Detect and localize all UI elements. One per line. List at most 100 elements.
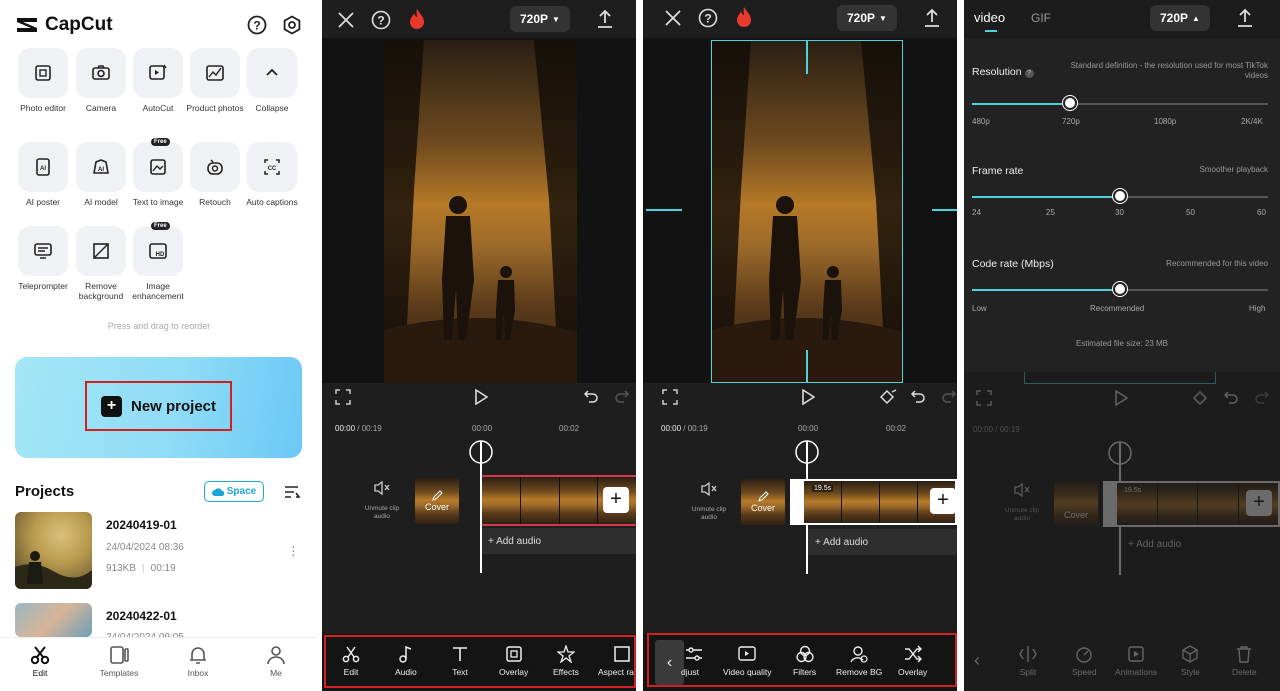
resolution-label: 720P	[1160, 11, 1189, 25]
play-icon[interactable]	[801, 388, 816, 410]
project-thumbnail[interactable]	[15, 603, 92, 637]
tool-retouch[interactable]	[190, 142, 240, 192]
help-icon[interactable]: ?	[371, 10, 391, 35]
nav-templates-label: Templates	[99, 668, 139, 678]
resolution-button[interactable]: 720P ▼	[837, 5, 897, 31]
tool-teleprompter[interactable]	[18, 226, 68, 276]
nav-me[interactable]: Me	[241, 645, 311, 678]
tool-video-quality[interactable]: Video quality	[723, 645, 772, 677]
selection-frame[interactable]	[711, 40, 903, 383]
tool-text-to-image[interactable]	[133, 142, 183, 192]
nav-edit[interactable]: Edit	[5, 645, 75, 678]
tool-label: Remove BG	[836, 667, 883, 677]
undo-icon[interactable]	[910, 389, 926, 410]
cover-button[interactable]: Cover	[415, 478, 459, 524]
frame-rate-option[interactable]: 50	[1186, 208, 1195, 217]
tool-camera[interactable]	[76, 48, 126, 98]
frame-rate-title: Frame rate	[972, 165, 1024, 177]
export-settings-screen: video GIF 720P ▲ Resolution ? Standard d…	[964, 0, 1280, 691]
templates-icon	[110, 646, 129, 664]
close-icon[interactable]	[664, 9, 682, 32]
tool-aspect-ratio[interactable]: Aspect ra	[598, 645, 636, 677]
tool-overlay[interactable]: Overlay	[898, 645, 927, 677]
frame-rate-slider-knob[interactable]	[1113, 189, 1127, 203]
tab-video[interactable]: video	[974, 10, 1005, 25]
pro-flame-icon[interactable]	[735, 6, 753, 33]
resolution-button[interactable]: 720P ▼	[510, 6, 570, 32]
add-clip-button[interactable]: +	[930, 488, 956, 514]
code-rate-slider-knob[interactable]	[1113, 282, 1127, 296]
resolution-option[interactable]: 2K/4K	[1241, 117, 1263, 126]
tool-remove-bg[interactable]: Remove BG	[836, 645, 882, 677]
fullscreen-icon[interactable]	[335, 389, 351, 410]
tab-gif[interactable]: GIF	[1031, 11, 1051, 25]
playhead-handle[interactable]	[795, 439, 819, 467]
code-rate-option: Low	[972, 304, 987, 313]
ruler-tick-label: 00:00	[472, 424, 493, 433]
help-icon[interactable]: ?	[698, 8, 718, 33]
play-icon	[1114, 389, 1129, 411]
resolution-option[interactable]: 1080p	[1154, 117, 1176, 126]
nav-inbox[interactable]: Inbox	[163, 645, 233, 678]
nav-templates[interactable]: Templates	[84, 645, 154, 678]
settings-gear-icon[interactable]	[282, 15, 302, 40]
tool-audio[interactable]: Audio	[395, 645, 417, 677]
tool-autocut[interactable]	[133, 48, 183, 98]
pro-flame-icon[interactable]	[408, 8, 426, 35]
redo-icon[interactable]	[614, 389, 630, 410]
space-button[interactable]: Space	[204, 481, 264, 502]
unmute-clip-audio-button[interactable]: Unmute clip audio	[362, 480, 402, 521]
tool-ai-model[interactable]: AI	[76, 142, 126, 192]
back-chevron-icon[interactable]: ‹	[655, 640, 684, 685]
new-project-button[interactable]: + New project	[85, 381, 232, 431]
tool-ai-poster[interactable]: AI	[18, 142, 68, 192]
help-icon[interactable]: ?	[247, 15, 267, 40]
export-icon[interactable]	[923, 8, 941, 33]
resolution-option[interactable]: 480p	[972, 117, 990, 126]
resolution-button[interactable]: 720P ▲	[1150, 5, 1210, 31]
tool-effects[interactable]: Effects	[553, 645, 579, 677]
keyframe-icon	[1192, 390, 1210, 411]
cover-button[interactable]: Cover	[741, 479, 785, 525]
frame-rate-option[interactable]: 24	[972, 208, 981, 217]
play-icon[interactable]	[474, 388, 489, 410]
export-icon[interactable]	[596, 9, 614, 34]
export-icon[interactable]	[1236, 8, 1254, 33]
frame-rate-option[interactable]: 30	[1115, 208, 1124, 217]
more-options-icon[interactable]: · · ·	[291, 539, 296, 561]
tool-adjust[interactable]: djust	[681, 645, 709, 677]
playhead-handle[interactable]	[469, 439, 493, 467]
tool-overlay[interactable]: Overlay	[499, 645, 528, 677]
tool-edit[interactable]: Edit	[342, 645, 360, 677]
preview-video[interactable]	[384, 40, 577, 383]
tool-image-enhancement[interactable]: HD	[133, 226, 183, 276]
speaker-muted-icon	[1014, 482, 1030, 498]
tool-remove-background[interactable]	[76, 226, 126, 276]
frame-rate-option[interactable]: 60	[1257, 208, 1266, 217]
fullscreen-icon[interactable]	[662, 389, 678, 410]
frame-rate-description: Smoother playback	[1199, 165, 1268, 174]
tool-photo-editor[interactable]	[18, 48, 68, 98]
sort-list-icon[interactable]	[283, 484, 301, 505]
undo-icon[interactable]	[583, 389, 599, 410]
tool-product-photos[interactable]	[190, 48, 240, 98]
close-icon[interactable]	[337, 11, 355, 34]
frame-rate-option[interactable]: 25	[1046, 208, 1055, 217]
unmute-clip-audio-button[interactable]: Unmute clip audio	[689, 481, 729, 522]
redo-icon[interactable]	[941, 389, 957, 410]
tool-chevron-up[interactable]	[247, 48, 297, 98]
cover-label: Cover	[1063, 510, 1088, 520]
add-clip-button[interactable]: +	[603, 487, 629, 513]
tool-label: AI model	[84, 197, 118, 207]
guide-line-right	[932, 209, 957, 211]
project-thumbnail[interactable]	[15, 512, 92, 589]
filters-icon	[795, 645, 814, 663]
resolution-option[interactable]: 720p	[1062, 117, 1080, 126]
product-photos-icon	[206, 65, 224, 81]
tool-text[interactable]: Text	[451, 645, 469, 677]
keyframe-icon[interactable]	[879, 389, 897, 410]
tool-auto-captions[interactable]: CC	[247, 142, 297, 192]
tool-filters[interactable]: Filters	[793, 645, 816, 677]
speed-icon	[1076, 647, 1092, 663]
resolution-slider-knob[interactable]	[1063, 96, 1077, 110]
